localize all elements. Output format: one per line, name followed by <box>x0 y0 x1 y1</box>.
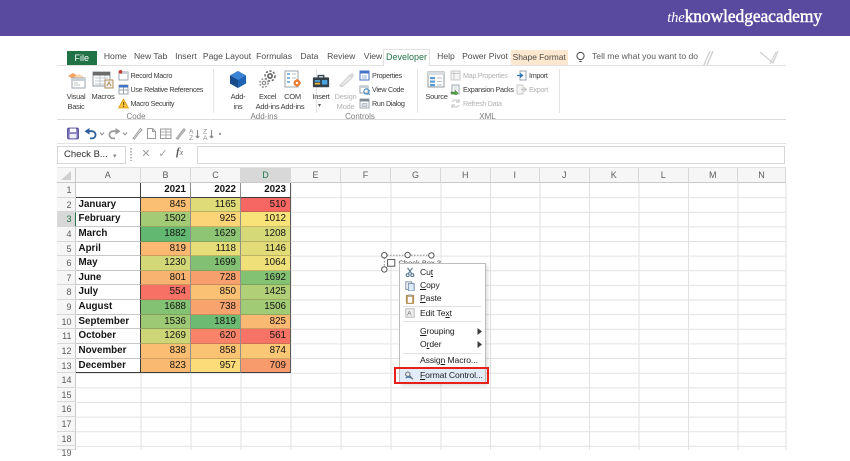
svg-text:A: A <box>407 311 412 318</box>
